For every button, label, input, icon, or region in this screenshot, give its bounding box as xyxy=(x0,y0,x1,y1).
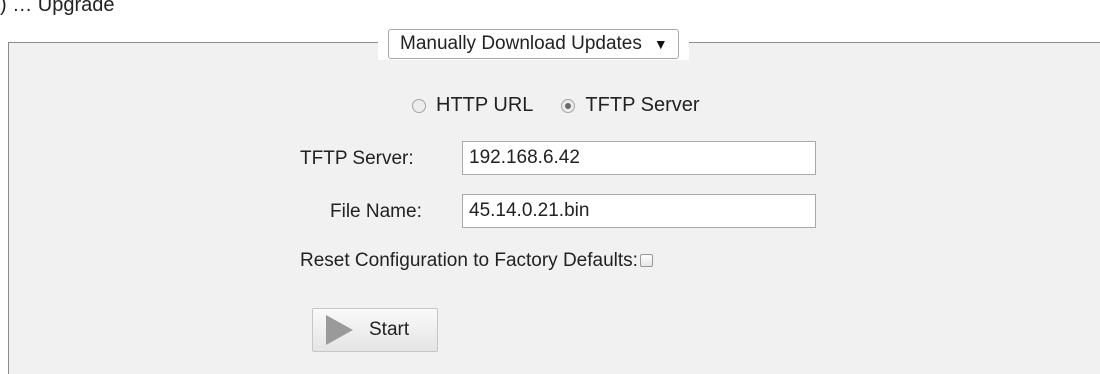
panel-legend: Manually Download Updates ▼ xyxy=(378,28,689,60)
reset-defaults-checkbox[interactable] xyxy=(639,254,653,268)
start-button[interactable]: Start xyxy=(312,308,438,352)
tftp-server-radio[interactable] xyxy=(561,98,576,113)
start-button-label: Start xyxy=(369,319,410,340)
file-name-label: File Name: xyxy=(330,201,422,222)
file-name-input[interactable] xyxy=(462,194,816,228)
tftp-server-radio-label[interactable]: TFTP Server xyxy=(585,94,699,117)
play-icon xyxy=(326,315,353,345)
chevron-down-icon: ▼ xyxy=(653,36,668,52)
tftp-server-label: TFTP Server: xyxy=(300,148,414,169)
page-heading-fragment: ) … Upgrade xyxy=(0,0,115,16)
download-source-options: HTTP URL TFTP Server xyxy=(412,94,728,117)
http-url-radio[interactable] xyxy=(412,98,426,113)
update-mode-select-value: Manually Download Updates xyxy=(400,33,642,54)
reset-defaults-label: Reset Configuration to Factory Defaults: xyxy=(300,250,638,271)
reset-defaults-row: Reset Configuration to Factory Defaults: xyxy=(300,250,653,272)
http-url-radio-label[interactable]: HTTP URL xyxy=(436,94,533,117)
update-mode-select[interactable]: Manually Download Updates ▼ xyxy=(388,29,679,59)
tftp-server-input[interactable] xyxy=(462,141,816,175)
